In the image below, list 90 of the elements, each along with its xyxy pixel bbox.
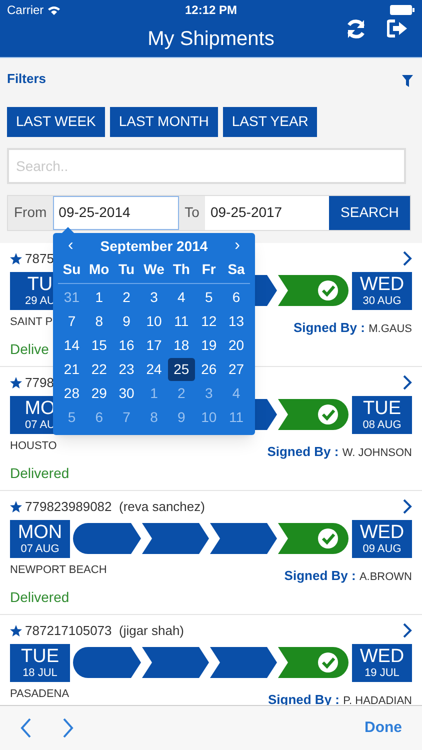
filters-title: Filters [7,70,46,88]
calendar-day[interactable]: 12 [195,310,223,333]
calendar-day[interactable]: 7 [58,310,86,333]
date-badge: MON 07 AUG [10,520,70,558]
chevron-right-icon[interactable] [403,251,412,266]
calendar-day[interactable]: 14 [58,334,86,357]
calendar-day[interactable]: 4 [222,382,250,405]
calendar-day[interactable]: 1 [85,286,113,309]
calendar-day[interactable]: 10 [195,406,223,429]
date-badge: WED 30 AUG [352,272,412,310]
calendar-day[interactable]: 27 [222,358,250,381]
weekday-label: We [142,260,166,279]
calendar-day[interactable]: 5 [195,286,223,309]
range-button[interactable]: LAST YEAR [222,106,318,136]
calendar-day[interactable]: 8 [140,406,168,429]
calendar-day[interactable]: 11 [222,406,250,429]
tracking-number: 7875 [25,250,54,268]
wifi-icon [48,6,60,14]
calendar-day[interactable]: 7 [112,406,140,429]
signed-by-text: Signed By : M.GAUS [293,318,412,337]
month-title: September 2014 [100,236,208,256]
delivery-status: Delive [10,340,49,359]
calendar-day[interactable]: 4 [168,286,196,309]
calendar-day[interactable]: 24 [140,358,168,381]
next-month-button[interactable]: › [234,234,240,258]
weekday-label: Tu [118,260,136,279]
chevron-right-icon[interactable] [403,623,412,638]
delivery-status: Delivered [10,464,70,483]
city-label: PASADENA [10,686,70,702]
filter-icon[interactable] [402,74,413,87]
tracking-number: 787217105073 (jigar shah) [25,622,184,640]
star-icon [10,624,22,636]
signed-by-text: Signed By : P. HADADIAN [268,690,412,708]
tracking-number: 7798 [25,374,54,392]
city-label: NEWPORT BEACH [10,562,107,578]
refresh-icon[interactable] [345,19,367,39]
calendar-day[interactable]: 9 [168,406,196,429]
tracking-number: 779823989082 (reva sanchez) [25,498,205,516]
calendar-day[interactable]: 22 [85,358,113,381]
previous-month-button[interactable]: ‹ [68,234,74,258]
calendar-day[interactable]: 15 [85,334,113,357]
logout-icon[interactable] [387,18,408,39]
date-badge: TUE 18 JUL [10,644,70,682]
calendar-day[interactable]: 18 [168,334,196,357]
calendar-day[interactable]: 30 [112,382,140,405]
range-button[interactable]: LAST WEEK [7,106,105,136]
city-label: SAINT P [10,314,53,330]
calendar-day[interactable]: 13 [222,310,250,333]
weekday-label: Th [172,260,191,279]
calendar-day[interactable]: 1 [140,382,168,405]
signed-by-text: Signed By : A.BROWN [284,566,412,585]
calendar-day[interactable]: 2 [112,286,140,309]
delivery-status: Delivered [10,588,70,607]
calendar-day[interactable]: 26 [195,358,223,381]
clock: 12:12 PM [184,2,238,19]
calendar-day[interactable]: 3 [195,382,223,405]
calendar-day[interactable]: 17 [140,334,168,357]
calendar-day[interactable]: 19 [195,334,223,357]
star-icon [10,500,22,512]
calendar-day[interactable]: 6 [222,286,250,309]
calendar-day[interactable]: 3 [140,286,168,309]
calendar-day[interactable]: 6 [85,406,113,429]
weekday-label: Fr [200,260,217,279]
weekday-label: Sa [226,260,246,279]
calendar-day[interactable]: 20 [222,334,250,357]
calendar-day[interactable]: 8 [85,310,113,333]
carrier-label: Carrier [7,2,44,19]
date-badge: TUE 08 AUG [352,396,412,434]
calendar-day[interactable]: 29 [85,382,113,405]
calendar-day[interactable]: 11 [168,310,196,333]
weekday-label: Mo [88,260,110,279]
date-badge: WED 09 AUG [352,520,412,558]
chevron-right-icon[interactable] [403,499,412,514]
calendar-day[interactable]: 9 [112,310,140,333]
signed-by-text: Signed By : W. JOHNSON [267,442,412,461]
calendar-day[interactable]: 23 [112,358,140,381]
date-badge: WED 19 JUL [352,644,412,682]
calendar-day[interactable]: 21 [58,358,86,381]
done-button[interactable]: Done [364,716,402,740]
calendar-day[interactable]: 10 [140,310,168,333]
calendar-day[interactable]: 25 [168,358,196,381]
calendar-day[interactable]: 16 [112,334,140,357]
star-icon [10,252,22,264]
range-button[interactable]: LAST MONTH [110,106,218,136]
city-label: HOUSTO [10,438,57,454]
battery-icon [390,5,415,15]
window-title: My Shipments [148,26,274,52]
chevron-right-icon[interactable] [403,375,412,390]
star-icon [10,376,22,388]
calendar-day[interactable]: 2 [168,382,196,405]
